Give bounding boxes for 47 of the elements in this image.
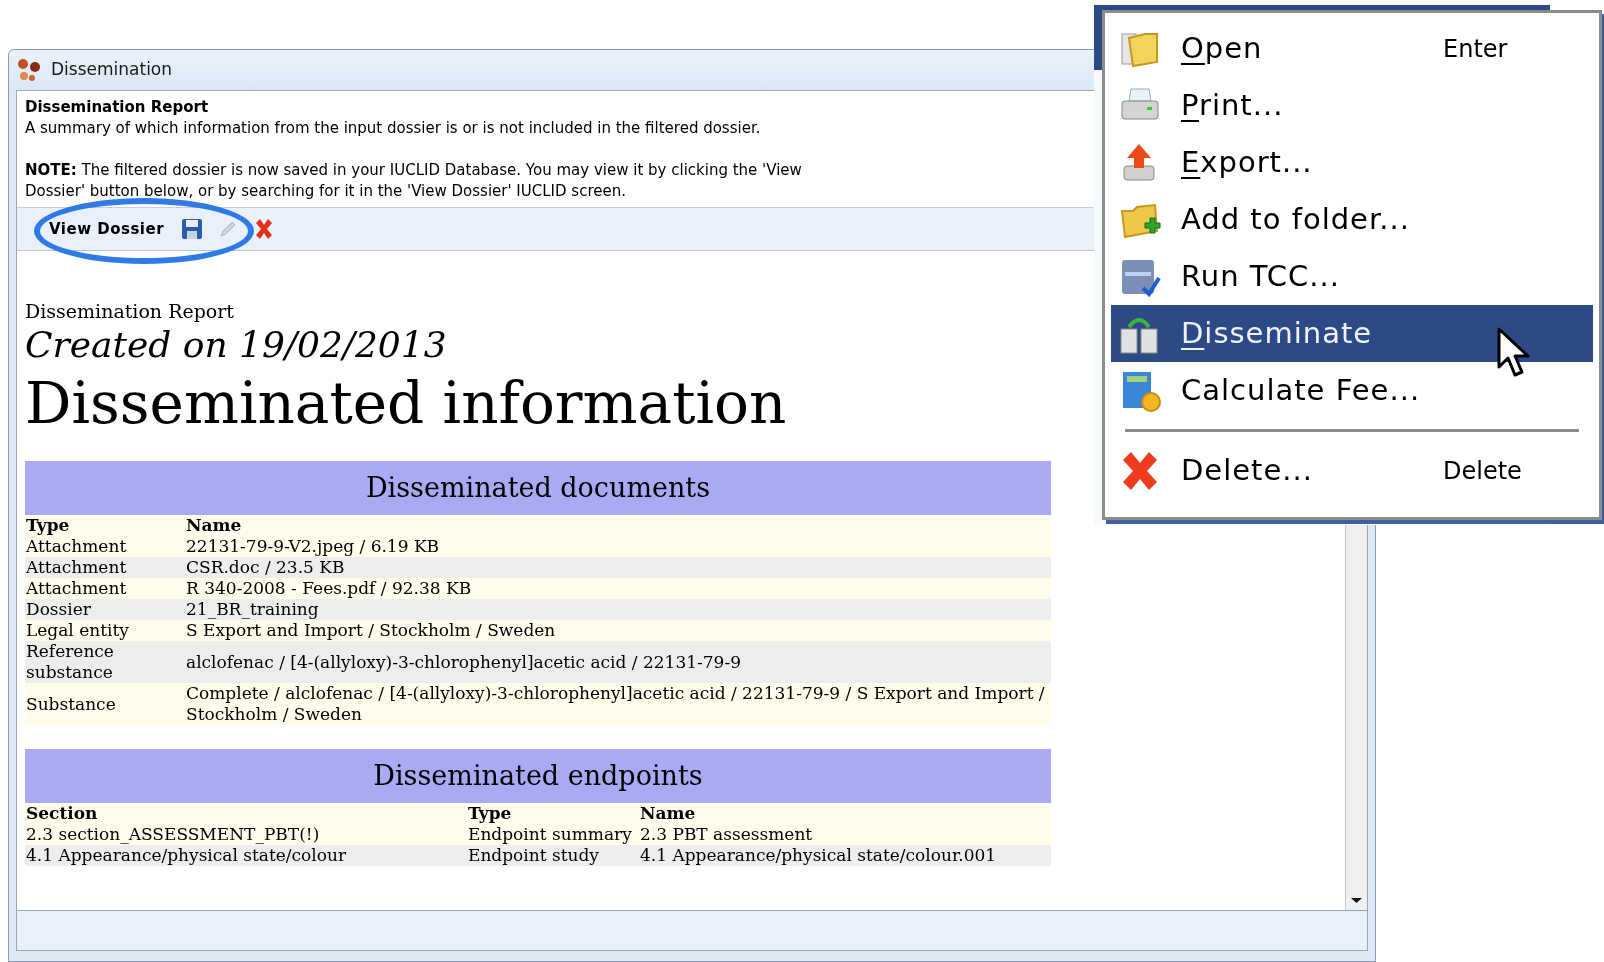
table-cell: 4.1 Appearance/physical state/colour.001 (639, 845, 1051, 866)
table-cell: S Export and Import / Stockholm / Sweden (185, 620, 1051, 641)
section-heading: Disseminated endpoints (25, 749, 1051, 803)
table-cell: 22131-79-9-V2.jpeg / 6.19 KB (185, 536, 1051, 557)
table-cell: 2.3 PBT assessment (639, 824, 1051, 845)
report-label: Dissemination Report (25, 299, 235, 323)
table-cell: Legal entity (25, 620, 185, 641)
table-cell: Reference substance (25, 641, 185, 683)
menu-item[interactable]: Open Enter (1111, 20, 1593, 77)
table-cell: alclofenac / [4-(allyloxy)-3-chlorophenyl]acetic acid / 22131-79-9 (185, 641, 1051, 683)
table-cell: Complete / alclofenac / [4-(allyloxy)-3-chlorophenyl]acetic acid / 22131-79-9 / S Export and Import / Stockholm / Sweden (185, 683, 1051, 725)
menu-shortcut: Enter (1443, 33, 1509, 65)
header-note: NOTE: The filtered dossier is now saved in your IUCLID Database. You may view it by clicking the 'View Dossier' button below, or by searching for it in the 'View Dossier' IUCLID screen. (25, 160, 803, 202)
menu-item[interactable]: Delete... Delete (1111, 442, 1593, 499)
column-header: Name (185, 515, 1051, 536)
table-cell: 2.3 section_ASSESSMENT_PBT(!) (25, 824, 467, 845)
section-heading: Disseminated documents (25, 461, 1051, 515)
menu-shortcut: Delete (1443, 455, 1523, 487)
menu-item[interactable]: Calculate Fee... (1111, 362, 1593, 419)
table-cell: 21_BR_training (185, 599, 1051, 620)
column-header: Name (639, 803, 1051, 824)
menu-item[interactable]: Run TCC... (1111, 248, 1593, 305)
header-title: Dissemination Report (25, 97, 209, 118)
table-cell: Endpoint study (467, 845, 639, 866)
window-title: Dissemination (51, 58, 173, 82)
table-cell: R 340-2008 - Fees.pdf / 92.38 KB (185, 578, 1051, 599)
app-icon (17, 58, 43, 82)
menu-item[interactable]: Print... (1111, 77, 1593, 134)
menu-item[interactable]: Export... (1111, 134, 1593, 191)
header-description: A summary of which information from the input dossier is or is not included in the filtered dossier. (25, 118, 761, 139)
table-cell: CSR.doc / 23.5 KB (185, 557, 1051, 578)
save-icon[interactable] (180, 217, 205, 241)
table-cell: Attachment (25, 578, 185, 599)
column-header: Type (467, 803, 639, 824)
column-header: Type (25, 515, 185, 536)
report-heading: Disseminated information (25, 368, 788, 439)
column-header: Section (25, 803, 467, 824)
menu-item[interactable]: Disseminate (1111, 305, 1593, 362)
table-cell: Dossier (25, 599, 185, 620)
menu-item[interactable]: Add to folder... (1111, 191, 1593, 248)
table-cell: Endpoint summary (467, 824, 639, 845)
table-cell: Attachment (25, 557, 185, 578)
table-cell: Attachment (25, 536, 185, 557)
table-cell: Substance (25, 683, 185, 725)
view-dossier-button[interactable]: View Dossier (47, 217, 167, 241)
report-date: Created on 19/02/2013 (25, 323, 448, 367)
table-cell: 4.1 Appearance/physical state/colour (25, 845, 467, 866)
